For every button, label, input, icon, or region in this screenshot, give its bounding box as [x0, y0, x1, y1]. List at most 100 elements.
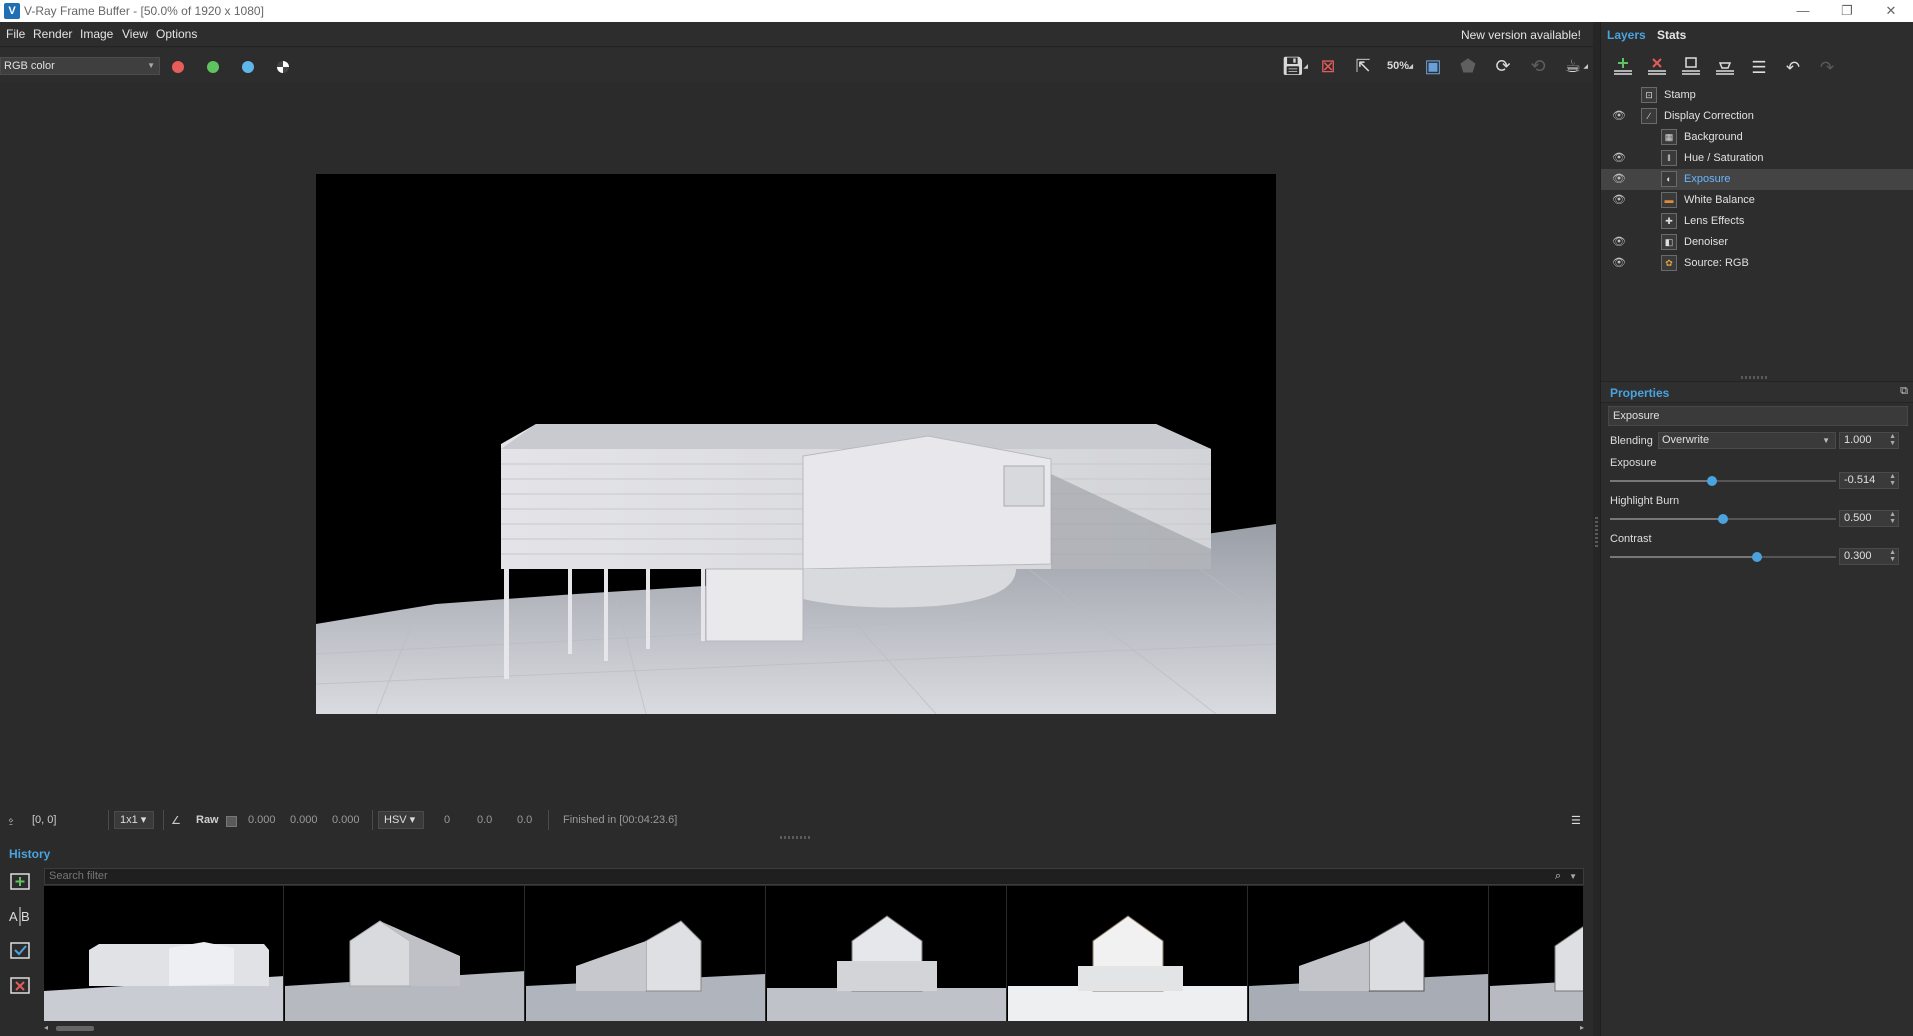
eye-icon[interactable]: 👁︎ — [1612, 256, 1626, 269]
region-render-icon[interactable]: ▣ — [1420, 53, 1446, 79]
layer-item-display-correction[interactable]: 👁︎ ∕ Display Correction — [1601, 106, 1913, 127]
render-icon[interactable]: ☕︎ ◢ — [1560, 53, 1588, 79]
history-thumbnail[interactable] — [1249, 886, 1489, 1021]
sample-size-select[interactable]: 1x1 ▾ — [114, 811, 154, 829]
menu-file[interactable]: File — [6, 27, 25, 41]
history-thumbnail[interactable] — [1490, 886, 1584, 1021]
history-thumbnails — [44, 886, 1584, 1021]
history-scrollbar[interactable]: ◂ ▸ — [44, 1023, 1584, 1033]
eye-icon[interactable]: 👁︎ — [1612, 172, 1626, 185]
splitter-grip[interactable] — [1595, 517, 1598, 547]
green-channel-button[interactable] — [207, 61, 219, 73]
history-remove-icon[interactable] — [8, 974, 42, 1004]
slider-handle[interactable] — [1751, 552, 1762, 562]
chevron-down-icon: ▼ — [1822, 436, 1830, 445]
blue-channel-button[interactable] — [242, 61, 254, 73]
eye-icon[interactable]: 👁︎ — [1612, 109, 1626, 122]
contrast-value: 0.300 — [1844, 550, 1872, 562]
delete-layer-icon[interactable] — [1643, 55, 1671, 81]
undo-icon[interactable]: ↶ — [1779, 55, 1807, 81]
layer-item-stamp[interactable]: ⊡ Stamp — [1601, 85, 1913, 106]
color-model-select[interactable]: HSV ▾ — [378, 811, 424, 829]
history-load-icon[interactable] — [8, 939, 42, 969]
slider-handle[interactable] — [1718, 514, 1728, 524]
layer-item-exposure[interactable]: 👁︎ ◐ Exposure — [1601, 169, 1913, 190]
redo-icon[interactable]: ↷ — [1813, 55, 1841, 81]
layer-item-lens-effects[interactable]: ✚ Lens Effects — [1601, 211, 1913, 232]
properties-splitter[interactable] — [1741, 376, 1769, 379]
eye-icon[interactable]: 👁︎ — [1612, 151, 1626, 164]
save-layers-icon[interactable] — [1677, 55, 1705, 81]
eye-icon[interactable]: 👁︎ — [1612, 235, 1626, 248]
layer-item-background[interactable]: ▦ Background — [1601, 127, 1913, 148]
zoom-label: 50% — [1386, 60, 1410, 72]
chevron-down-icon[interactable]: ▼ — [1569, 869, 1577, 884]
menu-render[interactable]: Render — [33, 27, 72, 41]
highlight-burn-field[interactable]: 0.500 ▲ ▼ — [1839, 510, 1899, 527]
history-save-icon[interactable] — [8, 870, 42, 900]
history-thumbnail[interactable] — [526, 886, 766, 1021]
image-viewport[interactable] — [0, 82, 1593, 807]
ab-compare-icon[interactable]: AB — [8, 904, 42, 934]
scroll-thumb[interactable] — [56, 1026, 94, 1031]
contrast-field[interactable]: 0.300 ▲ ▼ — [1839, 548, 1899, 565]
log-icon[interactable]: ☰ — [1571, 814, 1581, 827]
curve-icon[interactable]: ∠ — [171, 814, 181, 827]
panel-splitter[interactable] — [1593, 22, 1600, 1036]
tab-layers[interactable]: Layers — [1607, 28, 1646, 42]
contrast-slider[interactable] — [1610, 552, 1836, 562]
source-rgb-icon: ✿ — [1661, 255, 1677, 271]
layer-label: Background — [1684, 131, 1743, 143]
layer-name-field[interactable]: Exposure — [1608, 406, 1908, 426]
blending-amount-field[interactable]: 1.000 ▲ ▼ — [1839, 432, 1899, 449]
eye-icon[interactable]: 👁︎ — [1612, 193, 1626, 206]
red-channel-button[interactable] — [172, 61, 184, 73]
minimize-button[interactable]: — — [1781, 0, 1825, 22]
alpha-channel-button[interactable] — [277, 61, 289, 73]
search-icon[interactable]: ⌕ — [1555, 869, 1561, 884]
scroll-left-icon[interactable]: ◂ — [44, 1023, 48, 1032]
tab-stats[interactable]: Stats — [1657, 28, 1686, 42]
history-splitter[interactable] — [780, 836, 810, 839]
exposure-field[interactable]: -0.514 ▲ ▼ — [1839, 472, 1899, 489]
layer-label: Denoiser — [1684, 236, 1729, 248]
history-search-input[interactable]: Search filter ⌕ ▼ — [44, 868, 1584, 885]
spinner-icon[interactable]: ▲ ▼ — [1889, 433, 1896, 447]
history-thumbnail[interactable] — [285, 886, 525, 1021]
slider-handle[interactable] — [1706, 476, 1717, 486]
load-layers-icon[interactable] — [1711, 55, 1739, 81]
history-thumbnail[interactable] — [1008, 886, 1248, 1021]
history-thumbnail[interactable] — [44, 886, 284, 1021]
layer-item-hue-saturation[interactable]: 👁︎ ‖ Hue / Saturation — [1601, 148, 1913, 169]
layer-item-white-balance[interactable]: 👁︎ ▬ White Balance — [1601, 190, 1913, 211]
close-button[interactable]: ✕ — [1869, 0, 1913, 22]
channel-select[interactable]: RGB color ▼ — [0, 57, 160, 75]
undock-icon[interactable]: ⧉ — [1900, 385, 1908, 398]
menu-view[interactable]: View — [122, 27, 148, 41]
spinner-icon[interactable]: ▲ ▼ — [1889, 549, 1896, 563]
add-layer-icon[interactable] — [1609, 55, 1637, 81]
history-thumbnail[interactable] — [767, 886, 1007, 1021]
stop-render-icon[interactable]: ⟲ — [1525, 53, 1551, 79]
raw-checkbox[interactable] — [226, 816, 237, 827]
menu-options[interactable]: Options — [156, 27, 197, 41]
track-mouse-icon[interactable]: ⇱ — [1350, 53, 1376, 79]
blending-mode-select[interactable]: Overwrite ▼ — [1658, 432, 1836, 449]
clear-image-icon[interactable]: ⊠ — [1315, 53, 1341, 79]
highlight-burn-slider[interactable] — [1610, 514, 1836, 524]
menu-image[interactable]: Image — [80, 27, 113, 41]
interactive-render-icon[interactable]: ⟳ — [1490, 53, 1516, 79]
maximize-button[interactable]: ❐ — [1825, 0, 1869, 22]
scroll-right-icon[interactable]: ▸ — [1580, 1023, 1584, 1032]
save-icon[interactable]: 💾︎ ◢ — [1280, 53, 1308, 79]
spinner-icon[interactable]: ▲ ▼ — [1889, 473, 1896, 487]
layer-item-denoiser[interactable]: 👁︎ ◧ Denoiser — [1601, 232, 1913, 253]
spinner-icon[interactable]: ▲ ▼ — [1889, 511, 1896, 525]
layer-item-source-rgb[interactable]: 👁︎ ✿ Source: RGB — [1601, 253, 1913, 274]
lock-region-icon[interactable]: ⬟ — [1455, 53, 1481, 79]
zoom-50-icon[interactable]: 50% ◢ — [1385, 53, 1413, 79]
exposure-slider[interactable] — [1610, 476, 1836, 486]
new-version-notice[interactable]: New version available! — [1461, 28, 1581, 42]
layer-list-icon[interactable]: ☰ — [1745, 55, 1773, 81]
pointer-icon[interactable]: ⍚ — [8, 814, 15, 827]
